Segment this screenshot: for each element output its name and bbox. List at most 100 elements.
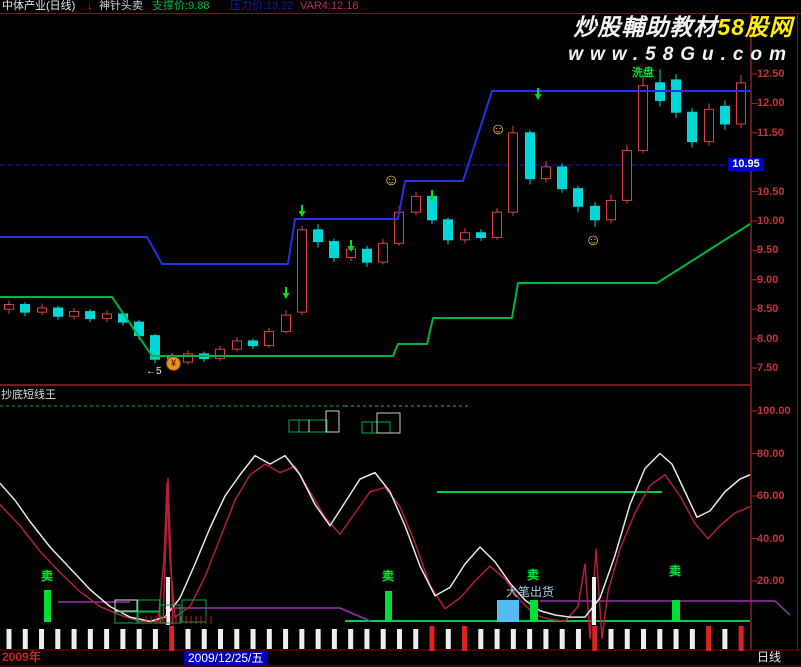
candle-body xyxy=(329,241,339,258)
dump-annotation: 大笔出货 xyxy=(506,585,555,599)
sell-arrow-icon xyxy=(298,211,306,217)
sell-signal-icon: ↓ xyxy=(87,0,93,12)
strip-bar xyxy=(559,629,565,649)
oscillator-red-curve xyxy=(0,463,751,640)
sell-marker-label: 卖 xyxy=(527,568,540,582)
price-axis-label: 7.50 xyxy=(757,362,779,374)
pattern-box xyxy=(288,419,328,433)
year-label: 2009年 xyxy=(2,650,41,664)
price-axis-label: 8.00 xyxy=(757,332,779,345)
sell-marker-label: 卖 xyxy=(41,569,54,583)
candle-body xyxy=(102,313,112,320)
pattern-box xyxy=(325,410,340,433)
sell-marker-label: 卖 xyxy=(669,564,682,578)
strip-bar-red xyxy=(462,626,468,651)
candle-body xyxy=(622,149,632,201)
smiley-icon: ☺ xyxy=(490,121,507,138)
strip-bar xyxy=(396,629,402,649)
price-axis-label: 10.50 xyxy=(757,185,785,198)
price-axis-label: 12.00 xyxy=(757,97,785,110)
candle-body xyxy=(460,232,470,241)
strip-bar-red xyxy=(592,626,598,651)
support-price-label: 支撑价:9.88 xyxy=(152,0,210,12)
candle-body xyxy=(37,307,47,313)
strip-bar xyxy=(494,629,500,649)
value-axis-label: 60.00 xyxy=(757,490,785,502)
sell-marker-bar xyxy=(385,591,392,622)
smiley-icon: ☺ xyxy=(585,232,602,249)
watermark-brand-site: 58股网 xyxy=(717,14,793,40)
candle-body xyxy=(53,307,63,317)
candle-body xyxy=(573,188,583,207)
sell-marker-bar xyxy=(672,600,680,622)
price-axis-label: 10.00 xyxy=(757,215,785,227)
signal-grid-box xyxy=(137,599,161,612)
strip-bar-red xyxy=(738,626,744,651)
candle-body xyxy=(671,79,681,113)
strip-bar xyxy=(39,629,45,649)
sell-arrow-icon xyxy=(282,293,290,299)
stock-title: 中体产业(日线) xyxy=(2,0,76,12)
strip-bar xyxy=(608,629,614,649)
sell-marker-bar xyxy=(530,600,538,622)
current-price-tag: 10.95 xyxy=(728,158,764,172)
watermark-brand: 炒股輔助教材 xyxy=(573,14,718,40)
smiley-icon: ☺ xyxy=(383,172,400,189)
strip-bar xyxy=(136,629,142,649)
coin-icon: ¥ xyxy=(166,356,181,371)
price-axis-label: 8.50 xyxy=(757,303,779,316)
strip-bar xyxy=(87,629,93,649)
strip-bar xyxy=(543,629,549,649)
strip-bar xyxy=(104,629,110,649)
white-spike-bar xyxy=(592,577,596,625)
candle-body xyxy=(215,348,225,360)
strip-bar xyxy=(641,629,647,649)
upper-band-line xyxy=(0,90,750,265)
oscillator-white-curve xyxy=(0,452,751,623)
candle-body xyxy=(541,166,551,180)
strip-bar xyxy=(510,629,516,649)
strip-bar xyxy=(527,629,533,649)
candle-body xyxy=(508,132,518,213)
pattern-box xyxy=(361,421,391,434)
candle-body xyxy=(232,340,242,350)
price-axis-label: 12.50 xyxy=(757,68,785,80)
strip-bar xyxy=(575,629,581,649)
pressure-price-label: 压力价:13.22 xyxy=(230,0,294,12)
strip-bar xyxy=(673,629,679,649)
strip-bar xyxy=(315,629,321,649)
candle-body xyxy=(4,303,14,310)
strip-bar-red xyxy=(169,626,175,651)
strip-bar xyxy=(120,629,126,649)
candle-body xyxy=(492,211,502,238)
indicator-header-row: 抄底短线王 对准加仓:-10.00未来买入:0.00未来卖出:60.00参考买入… xyxy=(0,389,750,402)
strip-bar xyxy=(348,629,354,649)
strip-bar xyxy=(185,629,191,649)
candle-body xyxy=(378,242,388,263)
price-axis-label: 11.50 xyxy=(757,126,784,139)
candle-body xyxy=(525,132,535,180)
strip-bar xyxy=(218,629,224,649)
strip-bar xyxy=(71,629,77,649)
value-axis-label: 80.00 xyxy=(757,447,785,460)
strip-bar-red xyxy=(429,626,435,651)
white-spike-bar xyxy=(166,577,170,625)
indicator-name: 抄底短线王 xyxy=(1,389,56,401)
strip-bar xyxy=(152,629,158,649)
strip-bar xyxy=(445,629,451,649)
strip-bar xyxy=(478,629,484,649)
strip-bar xyxy=(299,629,305,649)
candle-body xyxy=(704,108,714,143)
sell-marker-bar xyxy=(44,590,51,622)
var4-label: VAR4:12.18 xyxy=(300,0,359,12)
strip-bar xyxy=(722,629,728,649)
strip-bar xyxy=(413,629,419,649)
strip-bar xyxy=(250,629,256,649)
lower-band-line xyxy=(0,223,751,357)
price-axis-label: 9.50 xyxy=(757,244,779,257)
sell-arrow-icon xyxy=(534,94,542,100)
strip-bar xyxy=(22,629,28,649)
candle-body xyxy=(85,311,95,320)
value-axis-label: 20.00 xyxy=(757,575,785,587)
strip-bar xyxy=(55,629,61,649)
